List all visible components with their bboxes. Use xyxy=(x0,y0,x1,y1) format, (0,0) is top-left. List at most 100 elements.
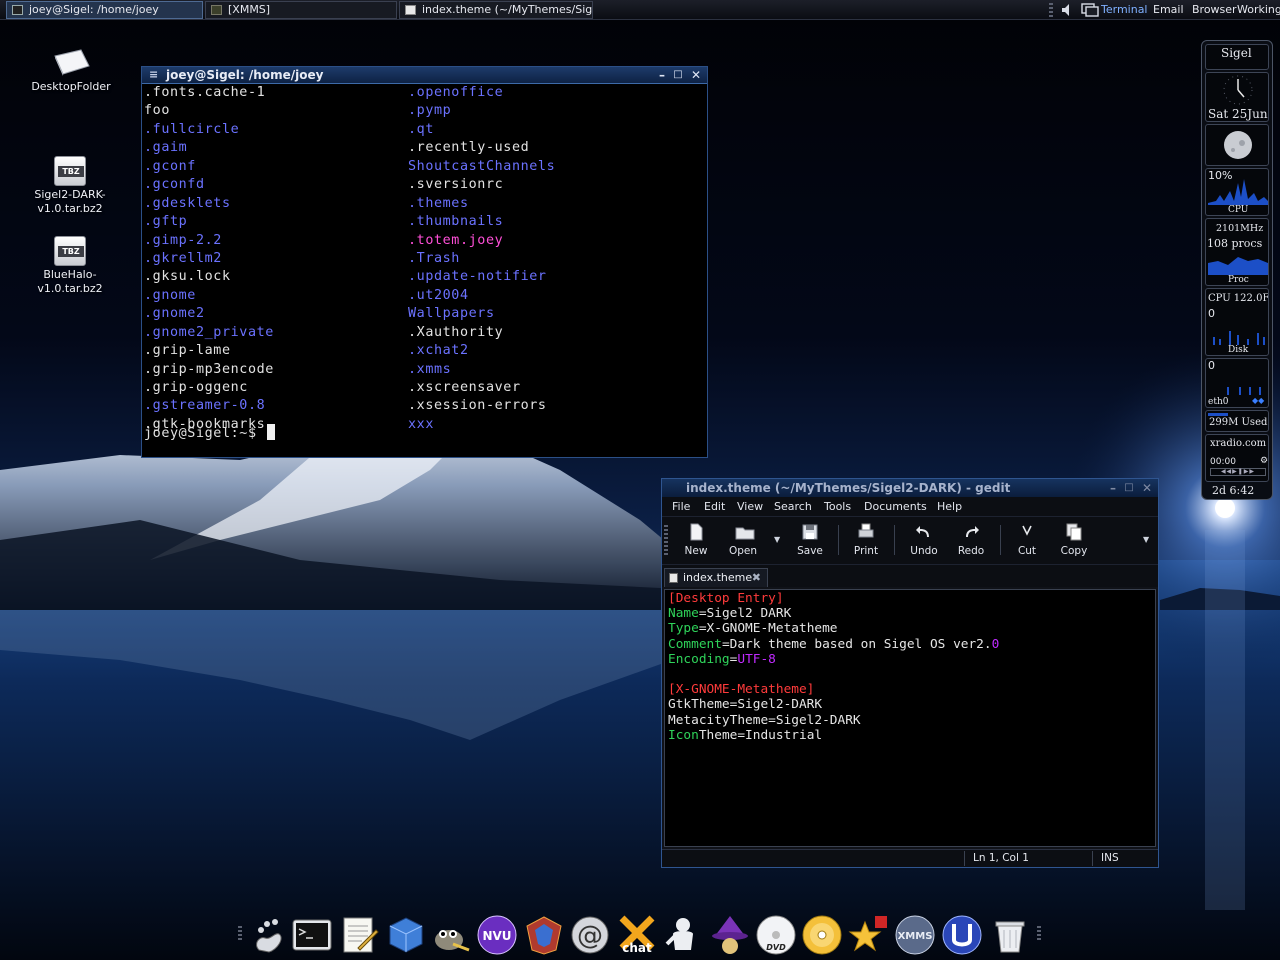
editor-line: Name=Sigel2 DARK xyxy=(668,606,1155,621)
directory-entry: .gimp-2.2 xyxy=(144,232,222,248)
directory-entry: ShoutcastChannels xyxy=(408,158,556,174)
cpu-label: CPU xyxy=(1228,205,1249,215)
close-icon[interactable]: ✕ xyxy=(1140,481,1154,495)
host-box: Sigel xyxy=(1205,44,1269,70)
directory-entry: .fonts.cache-1 xyxy=(144,85,266,100)
top-panel: joey@Sigel: /home/joey [XMMS] index.them… xyxy=(0,0,1280,20)
dvd-icon[interactable]: DVD xyxy=(755,914,797,956)
document-tabs: index.theme ✖ xyxy=(662,565,1158,587)
chevron-down-icon[interactable]: ▼ xyxy=(1143,535,1149,544)
show-desktop-icon[interactable] xyxy=(1081,3,1099,17)
undo-button[interactable]: Undo xyxy=(902,521,946,557)
shiny-star-icon[interactable] xyxy=(847,914,889,956)
menu-tools[interactable]: Tools xyxy=(824,500,851,513)
volume-icon[interactable] xyxy=(1061,3,1073,17)
menu-help[interactable]: Help xyxy=(937,500,962,513)
tab-label: index.theme xyxy=(683,571,753,584)
close-icon[interactable]: ✕ xyxy=(689,68,703,82)
desktop-icon-bluehalo-archive[interactable]: TBZ BlueHalo- v1.0.tar.bz2 xyxy=(25,232,115,296)
cursor-position: Ln 1, Col 1 xyxy=(964,851,1092,866)
cut-button[interactable]: Cut xyxy=(1005,521,1049,557)
launcher-terminal[interactable]: Terminal xyxy=(1101,2,1148,18)
minimize-icon[interactable]: – xyxy=(655,68,669,82)
moon-phase-icon xyxy=(1224,131,1252,159)
dock-handle[interactable] xyxy=(238,926,242,940)
directory-entry: .xsession-errors xyxy=(408,398,547,414)
terminal-icon[interactable] xyxy=(291,914,333,956)
new-button[interactable]: New xyxy=(674,521,718,557)
text-editor-area[interactable]: [Desktop Entry] Name=Sigel2 DARK Type=X-GN… xyxy=(664,589,1156,847)
menu-search[interactable]: Search xyxy=(774,500,812,513)
gedit-titlebar[interactable]: index.theme (~/MyThemes/Sigel2-DARK) - g… xyxy=(662,479,1158,497)
task-label: joey@Sigel: /home/joey xyxy=(29,3,159,16)
proc-label: Proc xyxy=(1228,275,1249,285)
minimize-icon[interactable]: – xyxy=(1106,481,1120,495)
redo-button[interactable]: Redo xyxy=(949,521,993,557)
open-label: Open xyxy=(728,545,758,557)
panel-drag-handle[interactable] xyxy=(1049,3,1053,17)
terminal-output[interactable]: .fonts.cache-1 foo .fullcircle .gaim .gconf.… xyxy=(142,84,707,457)
editor-line: [Desktop Entry] xyxy=(668,591,1155,606)
directory-entry: .gconf xyxy=(144,158,196,174)
trash-icon[interactable] xyxy=(989,914,1031,956)
chevron-down-icon[interactable]: ▼ xyxy=(774,535,780,544)
task-xmms[interactable]: [XMMS] xyxy=(205,1,397,19)
text-editor-icon[interactable] xyxy=(338,914,380,956)
cpu-temperature: CPU 122.0F xyxy=(1208,293,1269,304)
settings-icon[interactable]: ⚙ xyxy=(1260,456,1268,466)
syntax-token: Comment xyxy=(668,636,722,652)
launcher-email[interactable]: Email xyxy=(1153,2,1184,18)
radio-controls[interactable]: ◀◀▶❚▶▶ xyxy=(1210,468,1266,476)
toolbar-handle[interactable] xyxy=(664,525,668,555)
radio-player: xradio.com 00:00 ⚙ ◀◀▶❚▶▶ xyxy=(1205,434,1269,482)
archive-icon: TBZ xyxy=(50,152,90,188)
print-button[interactable]: Print xyxy=(844,521,888,557)
menu-file[interactable]: File xyxy=(672,500,690,513)
unreal-icon[interactable] xyxy=(523,914,565,956)
gaim-icon[interactable] xyxy=(663,914,705,956)
maximize-icon[interactable]: □ xyxy=(1122,481,1136,495)
window-menu-icon[interactable]: ≡ xyxy=(149,67,158,83)
insert-mode: INS xyxy=(1092,851,1156,866)
cd-player-icon[interactable] xyxy=(801,914,843,956)
launcher-working[interactable]: Working xyxy=(1237,2,1280,18)
directory-entry: .fullcircle xyxy=(144,121,240,137)
save-button[interactable]: Save xyxy=(788,521,832,557)
file-manager-icon[interactable] xyxy=(384,914,426,956)
directory-entry: .grip-lame xyxy=(144,343,231,359)
uptime: 2d 6:42 xyxy=(1212,484,1255,497)
print-label: Print xyxy=(853,545,879,557)
syntax-token: Encoding xyxy=(668,651,730,667)
desktop-icon-label: v1.0.tar.bz2 xyxy=(37,282,103,295)
directory-entry: .sversionrc xyxy=(408,177,504,193)
close-tab-icon[interactable]: ✖ xyxy=(752,569,761,586)
gnome-foot-icon[interactable] xyxy=(247,914,289,956)
xmms-icon[interactable]: XMMS xyxy=(894,914,936,956)
open-button[interactable]: Open xyxy=(721,521,765,557)
menu-edit[interactable]: Edit xyxy=(704,500,725,513)
menu-documents[interactable]: Documents xyxy=(864,500,927,513)
dock-handle[interactable] xyxy=(1037,926,1041,940)
gimp-icon[interactable] xyxy=(429,914,471,956)
wizard-icon[interactable] xyxy=(709,914,751,956)
menu-view[interactable]: View xyxy=(737,500,763,513)
task-terminal[interactable]: joey@Sigel: /home/joey xyxy=(6,1,203,19)
desktop-icon-sigel2-archive[interactable]: TBZ Sigel2-DARK- v1.0.tar.bz2 xyxy=(25,152,115,216)
maximize-icon[interactable]: □ xyxy=(671,68,685,82)
email-icon[interactable]: @ xyxy=(569,914,611,956)
text-cursor xyxy=(267,424,276,440)
terminal-titlebar[interactable]: ≡ joey@Sigel: /home/joey – □ ✕ xyxy=(142,67,707,84)
desktop-icon-folder[interactable]: DesktopFolder xyxy=(26,44,116,94)
directory-entry: .grip-mp3encode xyxy=(144,361,274,377)
nvu-icon[interactable]: NVU xyxy=(476,914,518,956)
unreal-tournament-icon[interactable] xyxy=(941,914,983,956)
editor-line: Comment=Dark theme based on Sigel OS ver… xyxy=(668,637,1155,652)
directory-entry: .gftp xyxy=(144,214,188,230)
launcher-browser[interactable]: Browser xyxy=(1192,2,1237,18)
tab-index-theme[interactable]: index.theme ✖ xyxy=(664,568,768,587)
xchat-icon[interactable]: chat xyxy=(616,914,658,956)
copy-button[interactable]: Copy xyxy=(1052,521,1096,557)
directory-entry: Wallpapers xyxy=(408,306,495,322)
toolbar-separator xyxy=(1000,525,1001,555)
task-gedit[interactable]: index.theme (~/MyThemes/Sig... xyxy=(399,1,593,19)
